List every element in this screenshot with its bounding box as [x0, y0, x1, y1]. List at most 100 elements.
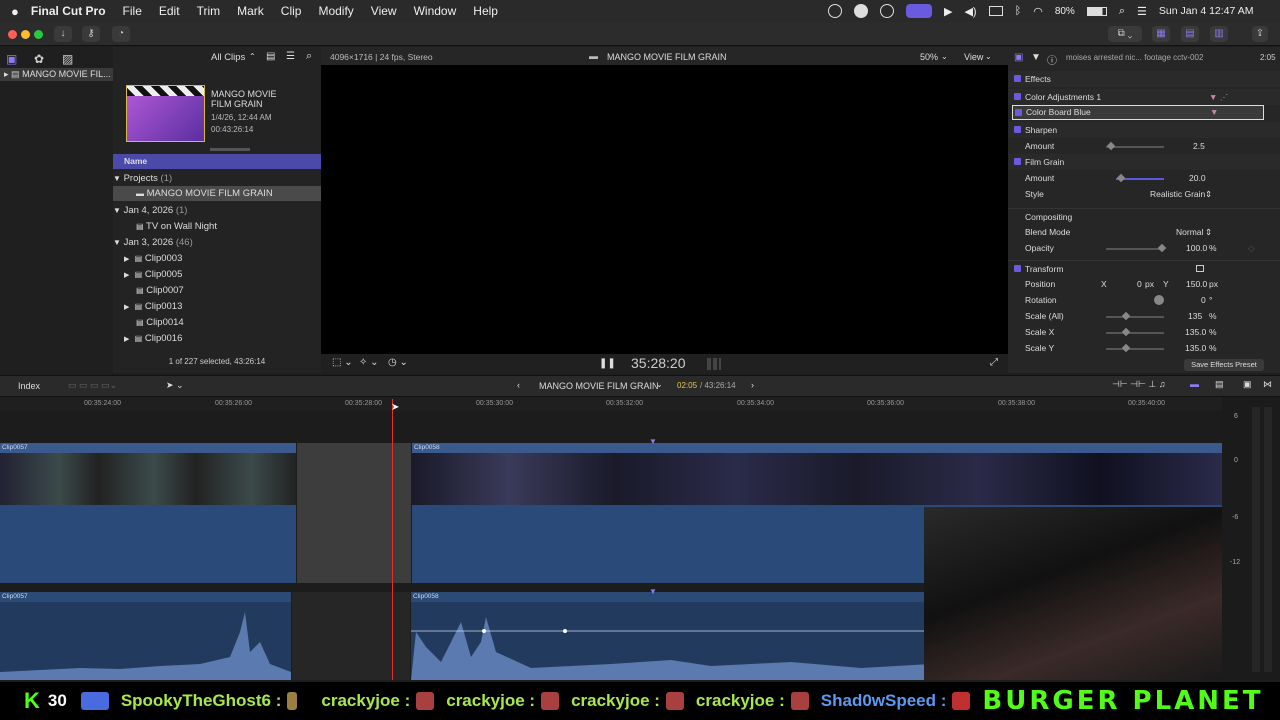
compositing-header[interactable]: Compositing — [1008, 208, 1280, 224]
toggle-effects-icon[interactable]: ▣ — [1243, 379, 1252, 390]
wifi-icon[interactable]: ◠ — [1033, 5, 1043, 18]
color-adjustments-checkbox[interactable] — [1014, 93, 1021, 100]
group-projects[interactable]: ▼ Projects (1) — [113, 171, 172, 186]
position-x-value[interactable]: 0 — [1137, 276, 1142, 292]
search-icon[interactable]: ⌕ — [1119, 5, 1125, 18]
scale-all-value[interactable]: 135 — [1188, 308, 1202, 324]
slider-knob[interactable] — [1121, 311, 1131, 321]
sharpen-amount-value[interactable]: 2.5 — [1193, 138, 1205, 154]
photos-icon[interactable]: ✿ — [34, 52, 44, 66]
timeline-settings-icon[interactable]: ▤ — [1215, 379, 1224, 390]
gap-clip[interactable] — [297, 443, 411, 583]
battery-icon[interactable] — [1086, 6, 1107, 16]
play-icon[interactable]: ▶ — [944, 5, 952, 18]
timeline-view-icons[interactable]: ⊣⊢ ⊣⊢ ⊥ ♫ — [1112, 379, 1165, 390]
group-jan-3[interactable]: ▼ Jan 3, 2026 (46) — [113, 235, 193, 250]
bluetooth-icon[interactable]: ᛒ — [1015, 5, 1022, 17]
marker-icon[interactable]: ▼ — [649, 437, 657, 446]
status-icon-1[interactable] — [828, 4, 842, 18]
menu-modify[interactable]: Modify — [318, 4, 353, 18]
timeline-project-name[interactable]: MANGO MOVIE FILM GRAIN — [539, 381, 659, 391]
menu-clip[interactable]: Clip — [281, 4, 302, 18]
rotation-value[interactable]: 0 — [1201, 292, 1206, 308]
volume-icon[interactable]: ◀) — [964, 5, 976, 18]
keyframe-icon[interactable]: ◇ — [1248, 240, 1255, 256]
menu-window[interactable]: Window — [414, 4, 457, 18]
menu-view[interactable]: View — [371, 4, 397, 18]
clip-appearance-icon[interactable]: ▬ — [1190, 379, 1199, 389]
list-item[interactable]: ▶ ▤ Clip0016 — [124, 331, 182, 346]
video-clip-a[interactable]: Clip0057 — [0, 443, 296, 583]
color-board-checkbox[interactable] — [1015, 109, 1022, 116]
color-board-row[interactable]: Color Board Blue ▼ — [1012, 105, 1264, 120]
color-wheel-icon[interactable]: ▼ ⋰ — [1209, 89, 1228, 105]
name-column-header[interactable]: Name — [113, 154, 321, 169]
timeline-ruler[interactable]: 00:35:24:00 00:35:26:00 00:35:28:00 00:3… — [0, 397, 1222, 411]
control-center-icon[interactable]: ☰ — [1137, 5, 1147, 18]
scale-all-slider[interactable] — [1106, 316, 1164, 318]
menu-trim[interactable]: Trim — [197, 4, 221, 18]
status-icon-3[interactable] — [880, 4, 894, 18]
history-forward-icon[interactable]: › — [751, 380, 754, 390]
slider-knob[interactable] — [1157, 243, 1167, 253]
zoom-window-button[interactable] — [34, 30, 43, 39]
toggle-inspector-button[interactable]: ▥ — [1210, 26, 1228, 42]
playhead[interactable] — [392, 399, 393, 680]
menu-help[interactable]: Help — [473, 4, 498, 18]
toggle-timeline-button[interactable]: ▤ — [1181, 26, 1199, 42]
position-y-value[interactable]: 150.0 — [1186, 276, 1207, 292]
list-item[interactable]: ▤ Clip0014 — [136, 315, 184, 330]
video-inspector-icon[interactable]: ▣ — [1014, 52, 1023, 63]
transform-checkbox[interactable] — [1014, 265, 1021, 272]
speed-tool-icon[interactable]: ◷ ⌄ — [388, 357, 408, 368]
list-item[interactable]: ▶ ▤ Clip0013 — [124, 299, 182, 314]
edit-buttons-icon[interactable]: ▭ ▭ ▭ ▭⌄ — [68, 380, 117, 391]
blend-mode-dropdown[interactable]: Normal — [1176, 224, 1203, 240]
share-button[interactable]: ⇪ — [1252, 26, 1268, 42]
select-tool-icon[interactable]: ➤ ⌄ — [166, 380, 184, 391]
keywords-button[interactable]: ⚷ — [82, 26, 100, 42]
screen-record-icon[interactable] — [906, 4, 932, 18]
close-window-button[interactable] — [8, 30, 17, 39]
scale-y-value[interactable]: 135.0 — [1185, 340, 1206, 356]
color-adjustments-row[interactable]: Color Adjustments 1 ▼ ⋰ — [1008, 89, 1280, 105]
toggle-browser-button[interactable]: ▦ — [1152, 26, 1170, 42]
list-item[interactable]: ▶ ▤ Clip0005 — [124, 267, 182, 282]
background-tasks-button[interactable]: ◔ — [112, 26, 130, 42]
project-thumbnail[interactable] — [126, 85, 205, 142]
sharpen-row[interactable]: Sharpen — [1008, 122, 1280, 138]
titles-icon[interactable]: ▨ — [62, 52, 73, 66]
sharpen-checkbox[interactable] — [1014, 126, 1021, 133]
list-item-project[interactable]: ▬ MANGO MOVIE FILM GRAIN — [113, 186, 321, 201]
thumbnail-scroll[interactable] — [210, 148, 250, 151]
status-icon-2[interactable] — [854, 4, 868, 18]
minimize-window-button[interactable] — [21, 30, 30, 39]
view-menu[interactable]: View — [964, 52, 983, 62]
menu-mark[interactable]: Mark — [237, 4, 264, 18]
menu-app-name[interactable]: Final Cut Pro — [31, 4, 106, 18]
audio-clip-a[interactable]: Clip0057 — [0, 592, 291, 680]
list-item[interactable]: ▤ Clip0007 — [136, 283, 184, 298]
fullscreen-icon[interactable]: ⤢ — [990, 357, 998, 368]
disclosure-icon[interactable]: ▸ — [4, 69, 9, 79]
opacity-slider[interactable] — [1106, 248, 1164, 250]
scale-y-slider[interactable] — [1106, 348, 1164, 350]
enhance-tool-icon[interactable]: ✧ ⌄ — [359, 357, 379, 368]
opacity-value[interactable]: 100.0 — [1186, 240, 1207, 256]
grain-amount-value[interactable]: 20.0 — [1189, 170, 1206, 186]
transform-onscreen-icon[interactable] — [1196, 265, 1204, 272]
history-back-icon[interactable]: ‹ — [517, 380, 520, 390]
pause-button[interactable]: ❚❚ — [599, 358, 616, 369]
group-jan-4[interactable]: ▼ Jan 4, 2026 (1) — [113, 203, 187, 218]
effects-checkbox[interactable] — [1014, 75, 1021, 82]
list-item[interactable]: ▤ TV on Wall Night — [136, 219, 217, 234]
menu-file[interactable]: File — [123, 4, 142, 18]
timeline-index-button[interactable]: Index — [18, 381, 40, 391]
slider-knob[interactable] — [1121, 343, 1131, 353]
scale-x-value[interactable]: 135.0 — [1185, 324, 1206, 340]
marker-icon[interactable]: ▼ — [649, 587, 657, 596]
transform-tool-icon[interactable]: ⬚ ⌄ — [332, 357, 353, 368]
display-icon[interactable] — [988, 6, 1003, 16]
share-layout-button[interactable]: ⧉ ⌄ — [1108, 26, 1142, 42]
list-item[interactable]: ▶ ▤ Clip0003 — [124, 251, 182, 266]
